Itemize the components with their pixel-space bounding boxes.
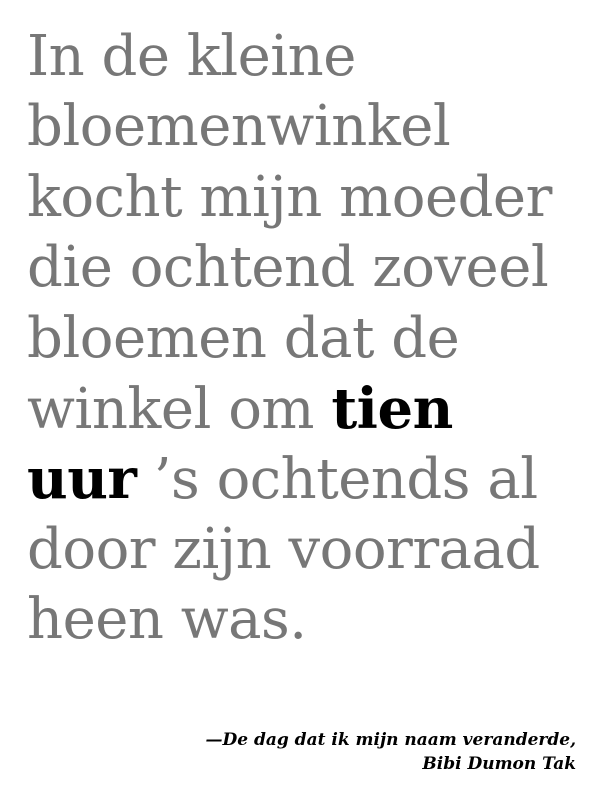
quote-line-7-suffix: ’s ochtends al xyxy=(136,447,538,513)
attribution-title: —De dag dat ik mijn naam veranderde, xyxy=(205,730,577,750)
quote-line-1: In de kleine xyxy=(27,24,356,89)
attribution-author: Bibi Dumon Tak xyxy=(422,754,576,774)
attribution: —De dag dat ik mijn naam veranderde, Bib… xyxy=(206,728,577,776)
quote-line-5: bloemen dat de xyxy=(27,305,460,371)
quote-page: In de kleine bloemenwinkel kocht mijn mo… xyxy=(0,0,600,800)
highlight-time-part1: tien xyxy=(331,375,453,442)
quote-line-6-prefix: winkel om xyxy=(27,376,332,442)
quote-line-9: heen was. xyxy=(27,587,307,653)
quote-line-6: winkel om tien xyxy=(27,374,587,444)
quote-line-3: kocht mijn moeder xyxy=(27,164,552,230)
quote-line-7: uur ’s ochtends al xyxy=(27,444,587,514)
quote-line-8: door zijn voorraad xyxy=(27,516,540,582)
quote-line-2: bloemenwinkel xyxy=(27,94,451,160)
highlight-time-part2: uur xyxy=(27,446,137,513)
quote-line-4: die ochtend zoveel xyxy=(27,235,549,301)
quote-text: In de kleine bloemenwinkel kocht mijn mo… xyxy=(27,22,587,656)
